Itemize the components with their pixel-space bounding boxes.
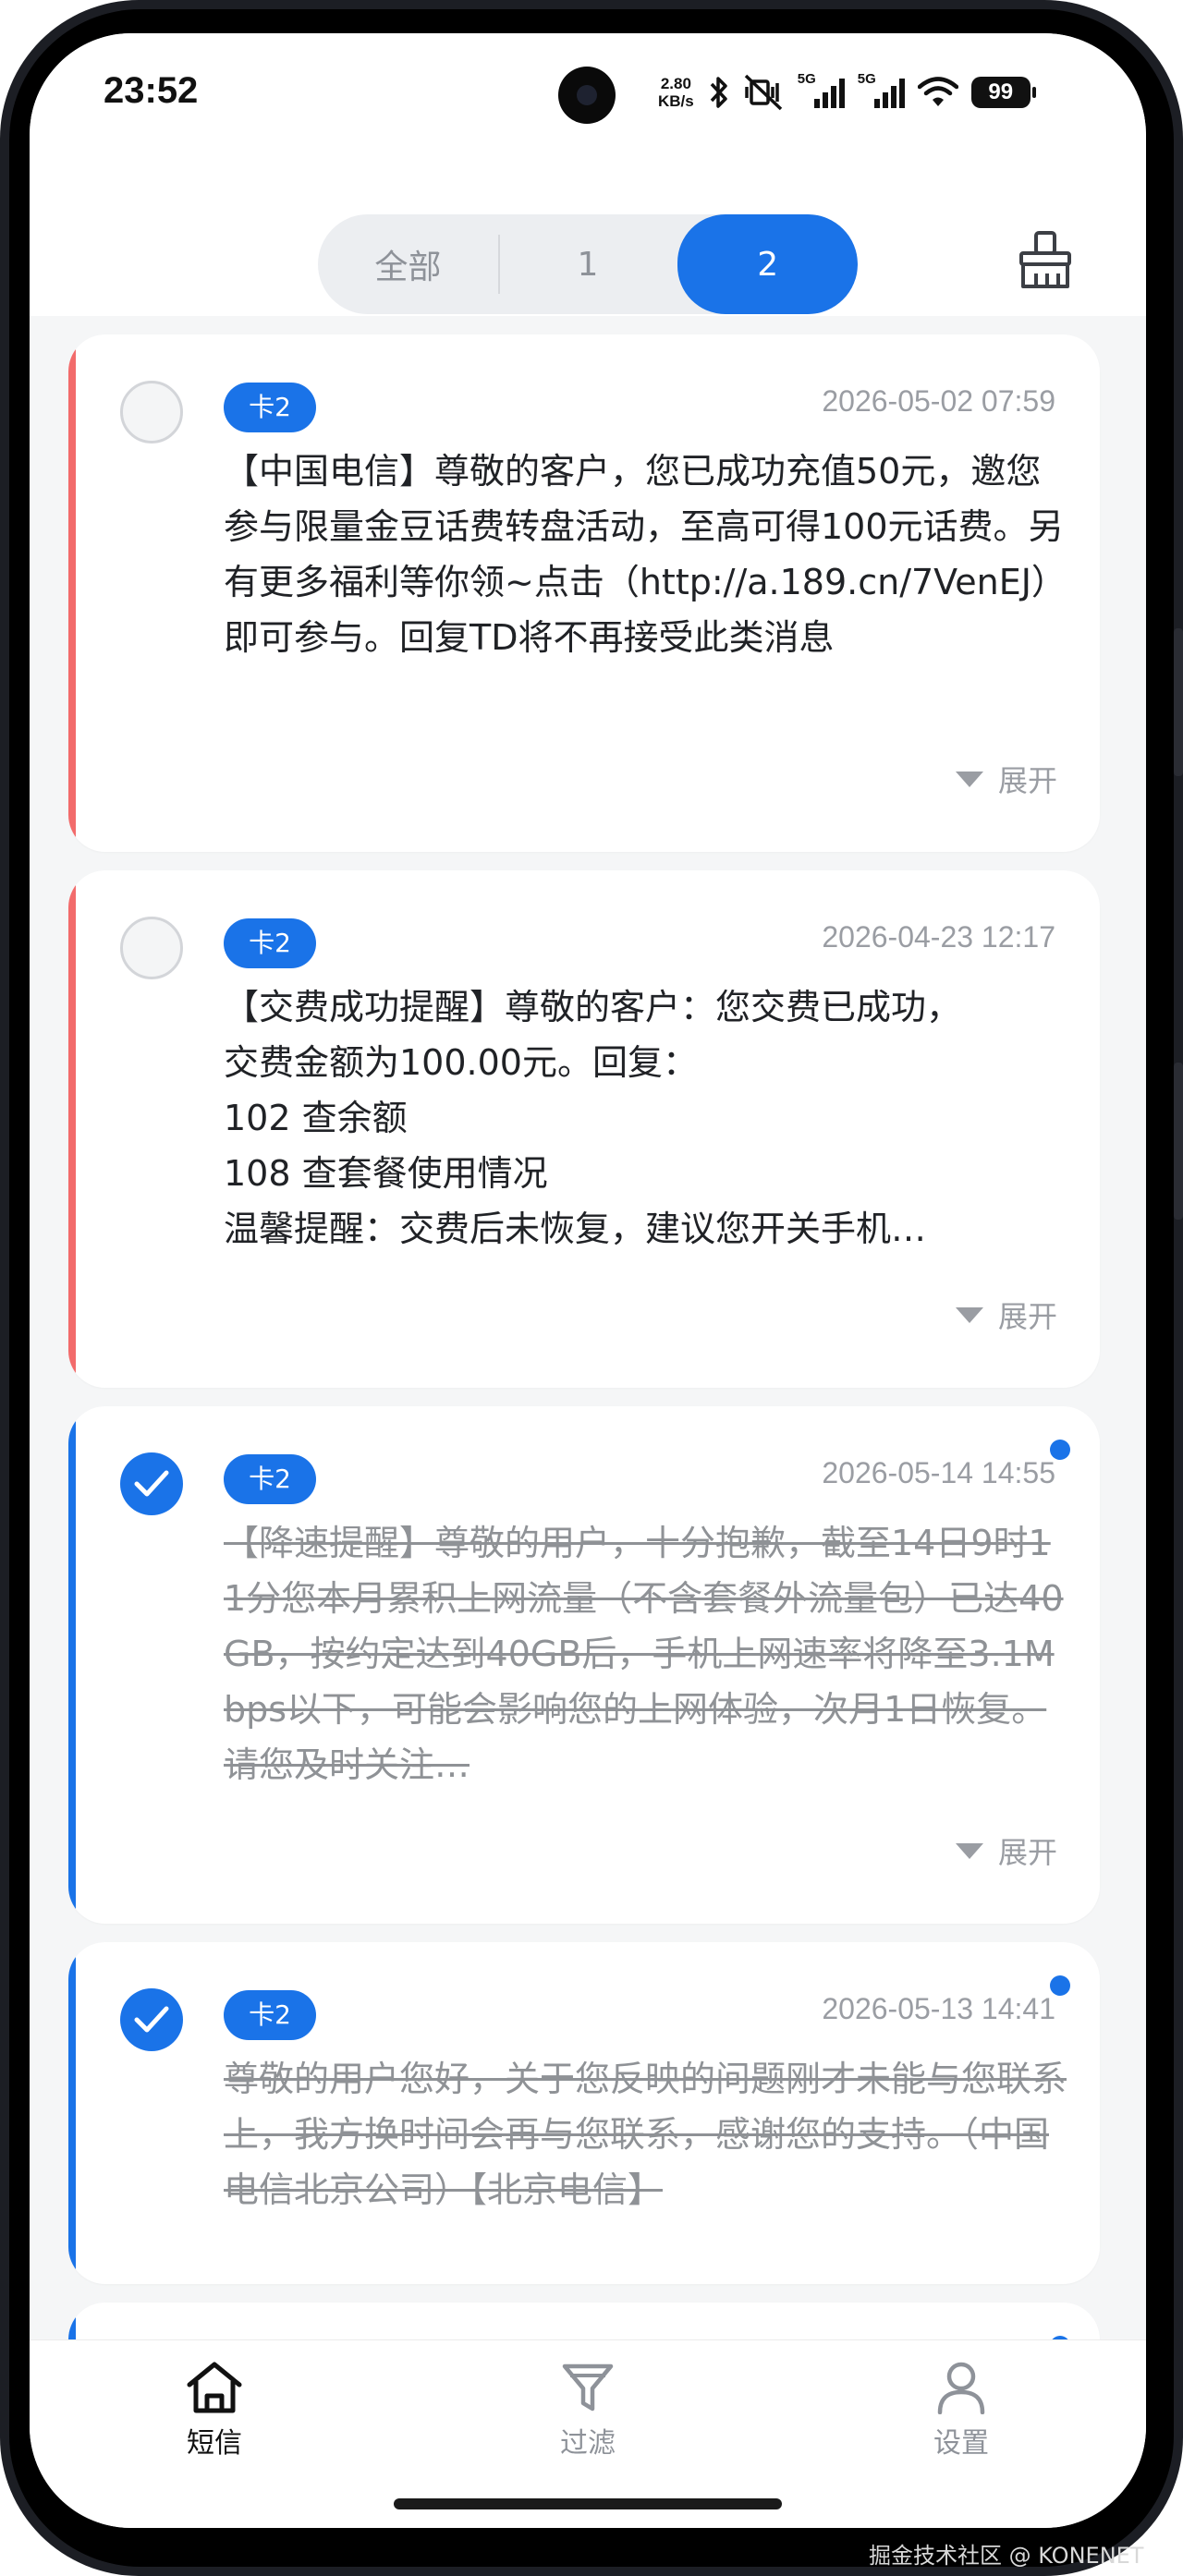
bluetooth-icon bbox=[710, 77, 727, 108]
chevron-down-icon bbox=[955, 1842, 983, 1859]
card-accent-bar bbox=[68, 870, 76, 1388]
sim1-network-type: 5G bbox=[797, 71, 816, 87]
status-bar: 23:52 2.80 KB/s 5G 5G 99 bbox=[30, 33, 1146, 153]
expand-label: 展开 bbox=[997, 763, 1057, 798]
power-button bbox=[1174, 1063, 1183, 1220]
mute-vibrate-icon bbox=[744, 74, 782, 111]
card-accent-bar bbox=[68, 1406, 76, 1924]
message-card[interactable]: 卡2 2026-05-13 14:41 尊敬的用户您好，关于您反映的问题刚才未能… bbox=[68, 1942, 1100, 2284]
sim-badge: 卡2 bbox=[224, 383, 316, 432]
chevron-down-icon bbox=[955, 771, 983, 787]
message-date: 2026-05-02 07:59 bbox=[822, 384, 1055, 418]
select-checkbox[interactable] bbox=[120, 381, 183, 444]
volume-button bbox=[1174, 628, 1183, 776]
message-card[interactable] bbox=[68, 2303, 1100, 2339]
chevron-down-icon bbox=[955, 1306, 983, 1323]
net-speed: 2.80 KB/s bbox=[658, 75, 694, 110]
message-body: 【交费成功提醒】尊敬的客户：您交费已成功， 交费金额为100.00元。回复： 1… bbox=[224, 987, 962, 1249]
screen: 23:52 2.80 KB/s 5G 5G 99 全部 1 2 卡2 2026-… bbox=[30, 33, 1146, 2528]
tab-all[interactable]: 全部 bbox=[318, 214, 498, 314]
status-time: 23:52 bbox=[104, 70, 199, 111]
phone-frame: 23:52 2.80 KB/s 5G 5G 99 全部 1 2 卡2 2026-… bbox=[0, 0, 1183, 2576]
message-card[interactable]: 卡2 2026-04-23 12:17 【交费成功提醒】尊敬的客户：您交费已成功… bbox=[68, 870, 1100, 1388]
expand-label: 展开 bbox=[997, 1299, 1057, 1334]
nav-label: 过滤 bbox=[560, 2427, 616, 2460]
sim2-network-type: 5G bbox=[857, 71, 876, 87]
message-body: 【降速提醒】尊敬的用户，十分抱歉，截至14日9时11分您本月累积上网流量（不含套… bbox=[224, 1523, 1064, 1785]
status-icons: 2.80 KB/s 5G 5G 99 bbox=[658, 65, 1036, 120]
sim-filter-tabs: 全部 1 2 bbox=[318, 214, 858, 314]
nav-filter[interactable]: 过滤 bbox=[495, 2361, 680, 2461]
message-list: 卡2 2026-05-02 07:59 【中国电信】尊敬的客户，您已成功充值50… bbox=[30, 316, 1146, 2339]
header: 全部 1 2 bbox=[30, 153, 1146, 316]
net-speed-value: 2.80 bbox=[660, 75, 691, 92]
select-checkbox[interactable] bbox=[120, 1988, 183, 2051]
message-date: 2026-05-14 14:55 bbox=[822, 1456, 1055, 1489]
message-card[interactable]: 卡2 2026-05-02 07:59 【中国电信】尊敬的客户，您已成功充值50… bbox=[68, 334, 1100, 852]
sim-badge: 卡2 bbox=[224, 918, 316, 968]
nav-settings[interactable]: 设置 bbox=[869, 2361, 1054, 2461]
tab-sim-2[interactable]: 2 bbox=[677, 214, 858, 314]
net-speed-unit: KB/s bbox=[658, 92, 694, 110]
unread-dot bbox=[1050, 1440, 1070, 1460]
watermark: 掘金技术社区 @ KONENET bbox=[869, 2543, 1144, 2569]
nav-label: 设置 bbox=[933, 2427, 989, 2460]
nav-label: 短信 bbox=[187, 2427, 242, 2460]
signal-icon: 5G bbox=[858, 71, 905, 108]
nav-messages[interactable]: 短信 bbox=[122, 2361, 307, 2461]
broom-icon[interactable] bbox=[1018, 231, 1072, 288]
person-icon bbox=[937, 2362, 985, 2415]
sim-badge: 卡2 bbox=[224, 1990, 316, 2040]
front-camera bbox=[558, 67, 616, 124]
unread-dot bbox=[1050, 1975, 1070, 1996]
signal-icon: 5G bbox=[798, 71, 845, 108]
tab-sim-1[interactable]: 1 bbox=[497, 214, 678, 314]
message-body: 【中国电信】尊敬的客户，您已成功充值50元，邀您参与限量金豆话费转盘活动，至高可… bbox=[224, 451, 1067, 658]
sim-badge: 卡2 bbox=[224, 1454, 316, 1504]
select-checkbox[interactable] bbox=[120, 1452, 183, 1515]
filter-icon bbox=[562, 2363, 614, 2412]
card-accent-bar bbox=[68, 2303, 76, 2339]
check-icon bbox=[134, 1470, 169, 1497]
message-body: 尊敬的用户您好，关于您反映的问题刚才未能与您联系上，我方换时间会再与您联系，感谢… bbox=[224, 2059, 1067, 2210]
card-accent-bar bbox=[68, 334, 76, 852]
message-date: 2026-05-13 14:41 bbox=[822, 1992, 1055, 2025]
expand-button[interactable]: 展开 bbox=[955, 758, 1057, 800]
expand-button[interactable]: 展开 bbox=[955, 1829, 1057, 1872]
select-checkbox[interactable] bbox=[120, 917, 183, 979]
check-icon bbox=[134, 2006, 169, 2033]
card-accent-bar bbox=[68, 1942, 76, 2284]
message-date: 2026-04-23 12:17 bbox=[822, 920, 1055, 954]
expand-label: 展开 bbox=[997, 1835, 1057, 1870]
battery-icon: 99 bbox=[970, 77, 1036, 108]
message-card[interactable]: 卡2 2026-05-14 14:55 【降速提醒】尊敬的用户，十分抱歉，截至1… bbox=[68, 1406, 1100, 1924]
home-icon bbox=[187, 2362, 242, 2413]
wifi-icon bbox=[917, 77, 958, 106]
expand-button[interactable]: 展开 bbox=[955, 1294, 1057, 1336]
home-indicator[interactable] bbox=[394, 2498, 782, 2509]
